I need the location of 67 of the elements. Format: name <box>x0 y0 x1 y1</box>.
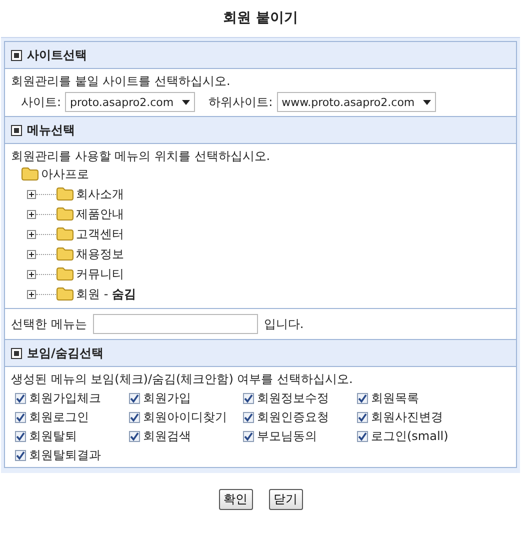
section-marker-icon <box>11 50 22 60</box>
instruction-text: 회원관리를 붙일 사이트를 선택하십시오. <box>11 73 232 89</box>
checkbox-label: 회원탈퇴결과 <box>29 447 101 463</box>
site-label: 사이트: <box>21 94 62 110</box>
section-title: 보임/숨김선택 <box>27 344 104 362</box>
tree-item[interactable]: 커뮤니티 <box>76 266 124 282</box>
tree-item[interactable]: 고객센터 <box>76 226 124 242</box>
selected-menu-suffix: 입니다. <box>264 316 304 332</box>
folder-icon <box>56 247 74 261</box>
checkbox[interactable] <box>243 430 254 442</box>
folder-icon <box>56 227 74 241</box>
checkbox-label: 회원목록 <box>371 390 419 406</box>
checkbox-label: 회원탈퇴 <box>29 428 77 444</box>
checkbox-label: 로그인(small) <box>371 428 448 444</box>
checkbox-label: 회원정보수정 <box>257 390 329 406</box>
folder-icon <box>56 207 74 221</box>
section-marker-icon <box>11 348 22 358</box>
dialog-title: 회원 붙이기 <box>223 9 298 27</box>
checkbox[interactable] <box>15 430 26 442</box>
instruction-text: 생성된 메뉴의 보임(체크)/숨김(체크안함) 여부를 선택하십시오. <box>11 371 354 387</box>
section-marker-icon <box>11 124 22 136</box>
checkbox[interactable] <box>15 392 26 404</box>
checkbox-label: 회원가입 <box>143 390 191 406</box>
folder-icon <box>56 287 74 301</box>
selected-menu-label: 선택한 메뉴는 <box>11 316 87 332</box>
expand-icon[interactable] <box>27 230 36 238</box>
checkbox[interactable] <box>129 430 140 442</box>
site-select[interactable]: proto.asapro2.com <box>65 92 195 112</box>
folder-icon <box>21 167 39 181</box>
section-title: 메뉴선택 <box>27 122 75 138</box>
expand-icon[interactable] <box>27 270 36 278</box>
tree-item[interactable]: 회원 - 숨김 <box>76 286 136 302</box>
checkbox[interactable] <box>129 392 140 404</box>
expand-icon[interactable] <box>27 190 36 198</box>
checkbox-label: 회원검색 <box>143 428 191 444</box>
selected-menu-field[interactable] <box>92 314 258 334</box>
checkbox-label: 회원인증요청 <box>257 409 329 425</box>
checkbox[interactable] <box>243 412 254 422</box>
expand-icon[interactable] <box>27 250 36 258</box>
instruction-text: 회원관리를 사용할 메뉴의 위치를 선택하십시오. <box>11 148 272 164</box>
checkbox[interactable] <box>15 412 26 422</box>
subsite-select[interactable]: www.proto.asapro2.com <box>276 92 436 112</box>
folder-icon <box>56 187 74 201</box>
expand-icon[interactable] <box>27 210 36 218</box>
tree-item[interactable]: 회사소개 <box>76 186 124 202</box>
caret-icon <box>422 100 431 104</box>
checkbox[interactable] <box>129 412 140 422</box>
tree-item[interactable]: 아사프로 <box>41 166 89 182</box>
folder-icon <box>56 267 74 281</box>
checkbox[interactable] <box>243 392 254 404</box>
caret-icon <box>182 100 190 104</box>
checkbox-label: 부모님동의 <box>257 428 317 444</box>
confirm-button[interactable]: 확인 <box>218 489 252 510</box>
tree-item[interactable]: 채용정보 <box>76 246 124 262</box>
close-button[interactable]: 닫기 <box>268 489 302 510</box>
checkbox[interactable] <box>357 392 368 404</box>
checkbox[interactable] <box>357 412 368 422</box>
expand-icon[interactable] <box>27 290 36 298</box>
subsite-label: 하위사이트: <box>208 94 273 110</box>
tree-item[interactable]: 제품안내 <box>76 206 124 222</box>
section-title: 사이트선택 <box>27 46 87 64</box>
checkbox-label: 회원아이디찾기 <box>143 409 227 425</box>
checkbox[interactable] <box>15 450 26 460</box>
checkbox-label: 회원사진변경 <box>371 409 443 425</box>
checkbox-label: 회원로그인 <box>29 409 89 425</box>
checkbox[interactable] <box>357 430 368 442</box>
checkbox-label: 회원가입체크 <box>29 390 101 406</box>
